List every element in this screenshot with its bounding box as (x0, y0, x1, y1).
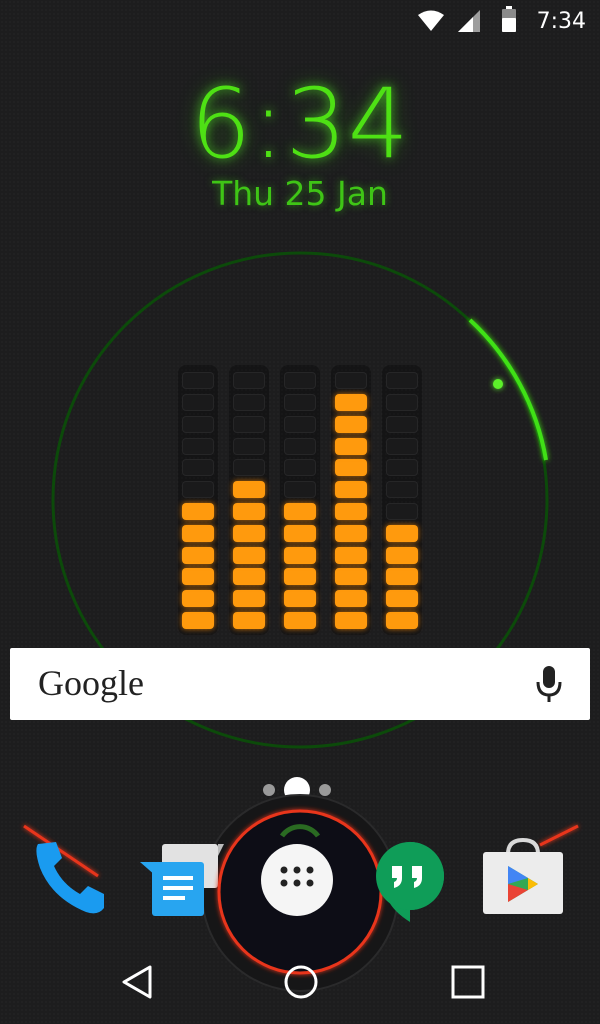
app-drawer-button[interactable] (217, 809, 383, 975)
dock (23, 794, 579, 992)
home-button[interactable] (283, 964, 319, 1000)
phone-app-icon[interactable] (36, 842, 104, 914)
recents-button[interactable] (450, 964, 486, 1000)
play-store-app-icon[interactable] (483, 837, 563, 914)
back-button[interactable] (118, 962, 158, 1002)
